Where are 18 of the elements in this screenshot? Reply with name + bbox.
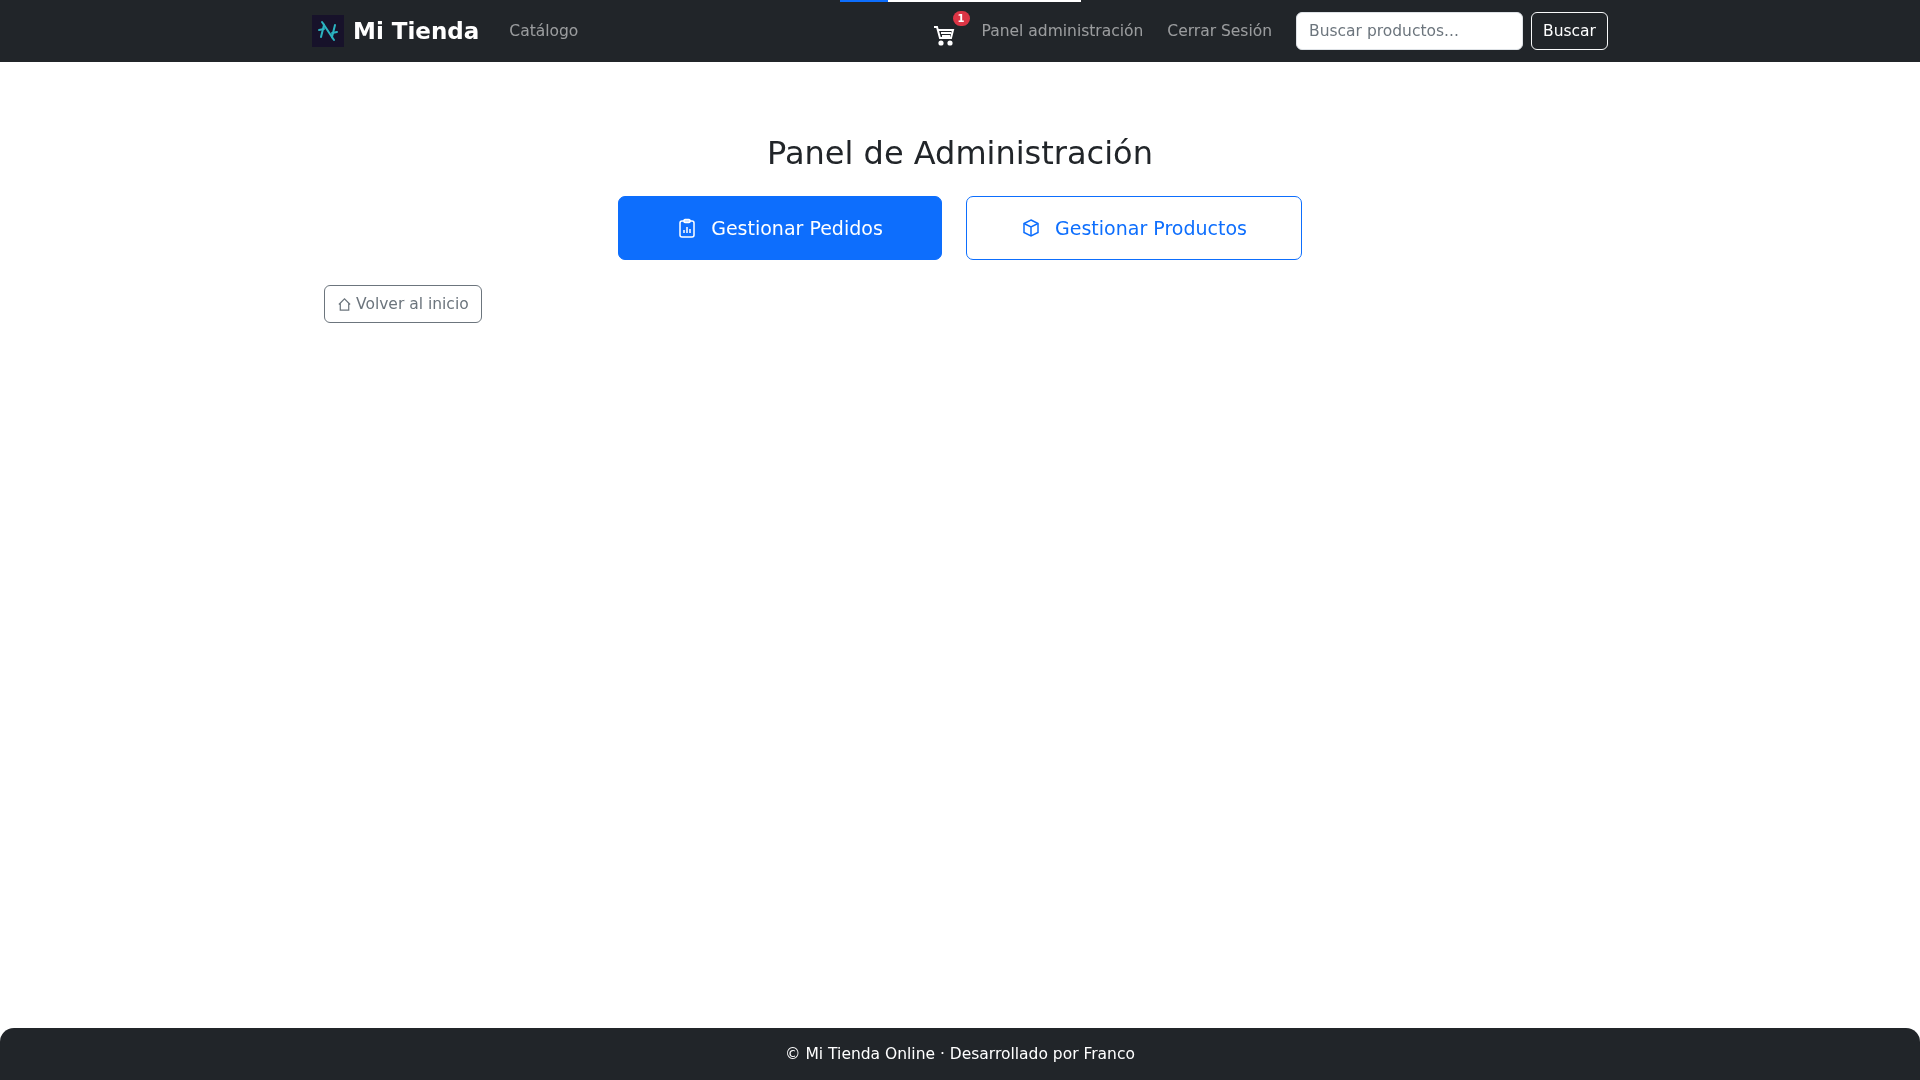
nav-link[interactable]: Cerrar Sesión — [1155, 14, 1285, 48]
search-button[interactable]: Buscar — [1531, 12, 1608, 50]
logo-icon — [312, 15, 344, 47]
page-title: Panel de Administración — [767, 134, 1153, 172]
home-button[interactable]: Volver al inicio — [324, 285, 482, 323]
brand-link[interactable]: Mi Tienda — [312, 15, 480, 47]
action-button[interactable]: Gestionar Productos — [966, 196, 1302, 260]
home-icon — [337, 296, 352, 312]
action-button[interactable]: Gestionar Pedidos — [618, 196, 942, 260]
search-field[interactable]: Buscar productos... — [1296, 12, 1524, 50]
nav-link[interactable]: Panel administración — [969, 14, 1156, 48]
cart-icon — [931, 23, 956, 47]
cart-link[interactable]: 1 — [927, 11, 970, 51]
footer-text: © Mi Tienda Online · Desarrollado por Franco — [785, 1045, 1135, 1063]
cart-count-badge: 1 — [952, 11, 970, 26]
clipboard-chart-icon — [677, 218, 698, 238]
nav-link[interactable]: Catálogo — [497, 14, 591, 48]
box-icon — [1021, 218, 1042, 238]
